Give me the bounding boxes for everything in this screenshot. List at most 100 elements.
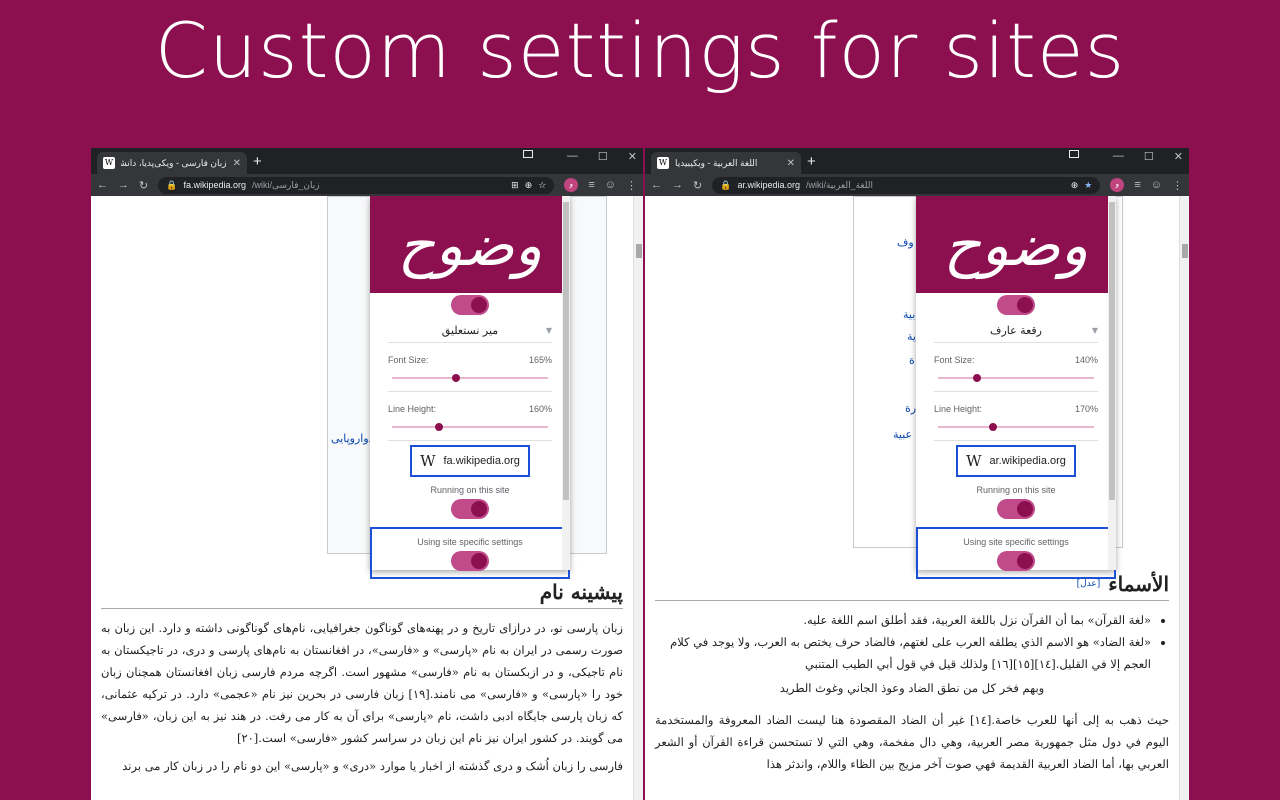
wazooh-extension-icon[interactable]: و: [1110, 178, 1125, 192]
infobox-link-1[interactable]: وف: [897, 236, 914, 249]
window-controls: — ☐ ✕: [523, 150, 637, 163]
line-height-slider-row: Line Height: 160%: [388, 392, 552, 441]
url-path: /wiki/زبان_فارسی: [251, 179, 320, 190]
headline: Custom settings for sites: [154, 6, 1126, 95]
current-site-chip: W fa.wikipedia.org: [410, 445, 530, 477]
site-specific-toggle[interactable]: [451, 551, 489, 571]
popup-header: وضوح: [370, 196, 570, 293]
zoom-icon[interactable]: ⊕: [1071, 180, 1079, 191]
article-paragraph-2: فارسی را زبان اُشک و دری گذشته از اخبار …: [122, 759, 623, 773]
close-window-button[interactable]: ✕: [1174, 150, 1183, 163]
line-height-slider[interactable]: [392, 423, 548, 431]
wazooh-logo: وضوح: [397, 210, 543, 279]
infobox-link-2[interactable]: بية: [903, 308, 915, 321]
font-select[interactable]: رقعة عارف ▼: [934, 319, 1098, 343]
browser-window-fa: W زبان فارسی - ویکی‌پدیا، دانشنامهٔ آزاد…: [91, 148, 643, 800]
tab-fa-wikipedia[interactable]: W زبان فارسی - ویکی‌پدیا، دانشنامهٔ آزاد…: [97, 152, 247, 174]
font-size-slider-handle[interactable]: [973, 374, 981, 382]
extension-enabled-toggle[interactable]: [451, 295, 489, 315]
chevron-down-icon: ▼: [1091, 326, 1098, 335]
wikipedia-favicon-icon: W: [966, 452, 982, 470]
current-site-host: ar.wikipedia.org: [989, 455, 1066, 467]
names-list: «لغة القرآن» بما أن القرآن نزل باللغة ال…: [655, 609, 1169, 675]
back-arrow-icon[interactable]: ←: [651, 179, 662, 191]
font-size-value: 140%: [1074, 355, 1098, 365]
tab-close-icon[interactable]: ✕: [787, 158, 795, 169]
tab-title: اللغة العربية - ويكيبيديا: [675, 157, 758, 168]
font-size-slider-handle[interactable]: [451, 374, 460, 382]
article-paragraph: زبان پارسی نو، در درازای تاریخ و در پهنه…: [101, 621, 624, 745]
running-on-site-toggle[interactable]: [997, 499, 1035, 519]
site-specific-toggle[interactable]: [997, 551, 1035, 571]
reading-list-icon[interactable]: ≡: [588, 179, 594, 191]
tab-ar-wikipedia[interactable]: W اللغة العربية - ويكيبيديا ✕: [651, 152, 801, 174]
page-scrollbar[interactable]: [1179, 196, 1189, 800]
infobox-link-4[interactable]: ة: [909, 354, 915, 367]
page-scrollbar[interactable]: [633, 196, 643, 800]
url-host: fa.wikipedia.org: [183, 180, 246, 190]
minimize-button[interactable]: —: [1113, 150, 1124, 163]
line-height-slider-handle[interactable]: [434, 423, 443, 431]
extension-enabled-toggle[interactable]: [997, 295, 1035, 315]
kebab-menu-icon[interactable]: ⋮: [626, 179, 637, 192]
profile-icon[interactable]: ☺: [1151, 179, 1162, 191]
maximize-button[interactable]: ☐: [1144, 150, 1154, 163]
infobox-link-6[interactable]: عبية: [893, 428, 912, 441]
address-bar[interactable]: 🔒 fa.wikipedia.org/wiki/زبان_فارسی ⊞ ⊕ ☆: [158, 176, 555, 194]
star-icon[interactable]: ☆: [538, 180, 546, 191]
current-site-host: fa.wikipedia.org: [443, 455, 520, 467]
reading-list-icon[interactable]: ≡: [1134, 179, 1140, 191]
lock-icon[interactable]: 🔒: [166, 180, 177, 191]
edit-section-link[interactable]: [عدل]: [1077, 579, 1101, 589]
infobox-link-3[interactable]: ية: [907, 330, 916, 343]
article-section: پیشینه نام زبان پارسی نو، در درازای تاری…: [101, 580, 623, 777]
running-on-site-toggle[interactable]: [451, 499, 489, 519]
minimize-button[interactable]: —: [567, 150, 578, 163]
font-size-value: 165%: [528, 355, 552, 365]
font-size-slider[interactable]: [938, 374, 1094, 382]
wazooh-extension-icon[interactable]: و: [564, 178, 579, 192]
line-height-slider-handle[interactable]: [988, 423, 997, 431]
page-viewport: وف بية ية ة رة عبية الأسماء [عدل] «لغة ال…: [645, 196, 1189, 800]
maximize-button[interactable]: ☐: [598, 150, 608, 163]
section-heading: پیشینه نام: [101, 580, 623, 609]
wikipedia-favicon-icon: W: [657, 157, 669, 169]
profile-icon[interactable]: ☺: [605, 179, 616, 191]
translate-icon[interactable]: ⊞: [511, 180, 519, 191]
zoom-icon[interactable]: ⊕: [525, 180, 533, 191]
infobox-link-5[interactable]: رة: [905, 402, 916, 415]
forward-arrow-icon[interactable]: →: [672, 179, 683, 191]
kebab-menu-icon[interactable]: ⋮: [1172, 179, 1183, 192]
current-site-chip: W ar.wikipedia.org: [956, 445, 1076, 477]
reload-icon[interactable]: ↻: [139, 179, 148, 192]
line-height-label: Line Height:: [934, 404, 983, 414]
forward-arrow-icon[interactable]: →: [118, 179, 129, 191]
media-control-icon[interactable]: [1069, 150, 1079, 158]
back-arrow-icon[interactable]: ←: [97, 179, 108, 191]
wikipedia-favicon-icon: W: [420, 452, 436, 470]
lock-icon[interactable]: 🔒: [720, 180, 731, 191]
popup-scrollbar[interactable]: [562, 196, 570, 570]
tab-close-icon[interactable]: ✕: [233, 158, 241, 169]
tab-strip: W اللغة العربية - ويكيبيديا ✕ + — ☐ ✕: [645, 148, 1189, 174]
article-paragraph: حيث ذهب به إلى أنها للعرب خاصة.[١٤] غير …: [655, 713, 1169, 771]
running-on-site-label: Running on this site: [976, 485, 1056, 495]
popup-scrollbar[interactable]: [1108, 196, 1116, 570]
line-height-slider[interactable]: [938, 423, 1094, 431]
font-select[interactable]: میر نستعلیق ▼: [388, 319, 552, 343]
tab-title: زبان فارسی - ویکی‌پدیا، دانشنامهٔ آزاد: [121, 157, 227, 168]
site-specific-settings-box: Using site specific settings: [370, 527, 570, 579]
font-size-slider-row: Font Size: 165%: [388, 343, 552, 392]
font-size-slider[interactable]: [392, 374, 548, 382]
reload-icon[interactable]: ↻: [693, 179, 702, 192]
new-tab-button[interactable]: +: [253, 153, 262, 170]
close-window-button[interactable]: ✕: [628, 150, 637, 163]
media-control-icon[interactable]: [523, 150, 533, 158]
new-tab-button[interactable]: +: [807, 153, 816, 170]
page-viewport: هندواروپایی پیشینه نام زبان پارسی نو، در…: [91, 196, 643, 800]
address-bar[interactable]: 🔒 ar.wikipedia.org/wiki/اللغة_العربية ⊕ …: [712, 176, 1101, 194]
url-host: ar.wikipedia.org: [737, 180, 800, 190]
browser-toolbar: ← → ↻ 🔒 ar.wikipedia.org/wiki/اللغة_العر…: [645, 174, 1189, 196]
browser-toolbar: ← → ↻ 🔒 fa.wikipedia.org/wiki/زبان_فارسی…: [91, 174, 643, 196]
star-icon[interactable]: ★: [1084, 180, 1092, 191]
